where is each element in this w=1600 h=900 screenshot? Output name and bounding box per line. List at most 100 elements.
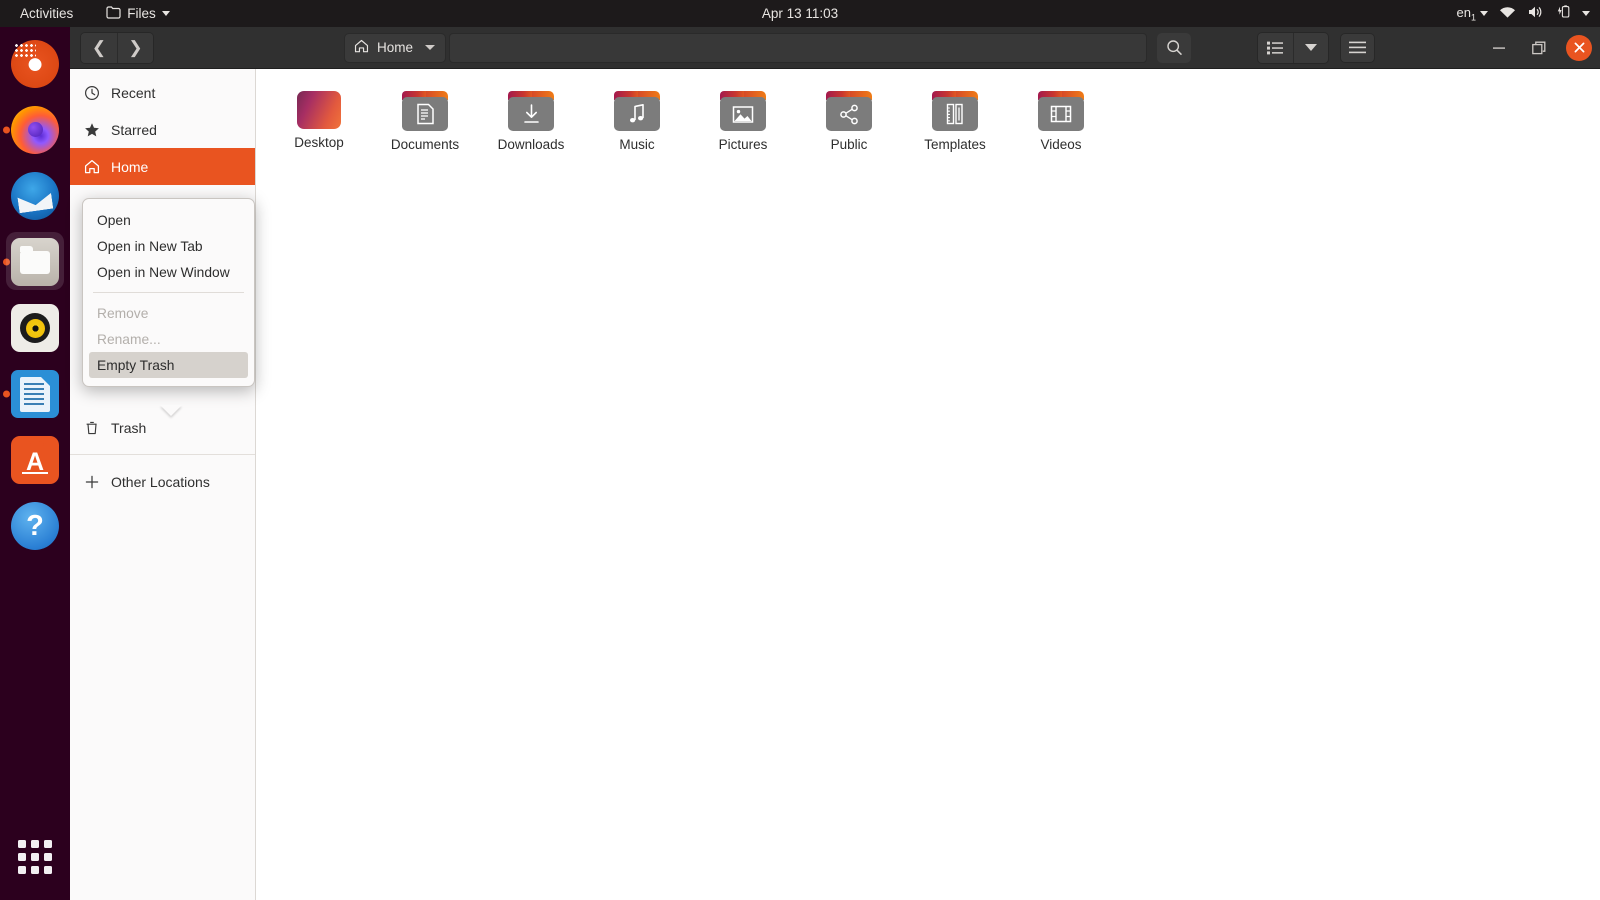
videos-folder-icon xyxy=(1038,91,1084,131)
file-label: Music xyxy=(619,137,655,152)
path-bar-home[interactable]: Home xyxy=(344,32,447,63)
clock[interactable]: Apr 13 11:03 xyxy=(0,6,1600,21)
file-label: Desktop xyxy=(294,135,344,150)
chevron-down-icon xyxy=(1305,44,1318,51)
sidebar-item-label: Starred xyxy=(111,121,157,138)
dock-item-files[interactable] xyxy=(0,229,70,295)
templates-folder-icon xyxy=(932,91,978,131)
view-mode-buttons xyxy=(1257,31,1330,64)
maximize-button[interactable] xyxy=(1526,35,1552,61)
main-menu-button[interactable] xyxy=(1340,32,1376,63)
path-bar-label: Home xyxy=(377,40,414,55)
search-button[interactable] xyxy=(1157,32,1192,63)
gnome-top-bar: Activities Files Apr 13 11:03 en1 xyxy=(0,0,1600,27)
ubuntu-software-icon: A xyxy=(11,436,59,484)
sidebar-item-other-locations[interactable]: Other Locations xyxy=(70,463,255,500)
sidebar-item-label: Home xyxy=(111,158,149,175)
file-label: Videos xyxy=(1040,137,1082,152)
context-menu-item-rename: Rename... xyxy=(97,331,161,347)
activities-button[interactable]: Activities xyxy=(12,4,81,23)
rhythmbox-icon xyxy=(11,304,59,352)
plus-icon xyxy=(83,473,100,490)
file-item-videos[interactable]: Videos xyxy=(1008,87,1114,152)
chevron-down-icon[interactable] xyxy=(1582,11,1590,16)
pictures-folder-icon xyxy=(720,91,766,131)
view-options-button[interactable] xyxy=(1293,32,1329,63)
sidebar: Recent Starred Home Trash Other Location… xyxy=(70,69,256,900)
file-view[interactable]: Desktop Documents Downloads Music Pictur… xyxy=(256,69,1600,900)
dock-item-ubuntu[interactable]: ● xyxy=(0,31,70,97)
minimize-button[interactable] xyxy=(1486,35,1512,61)
document-folder-icon xyxy=(402,91,448,131)
file-label: Pictures xyxy=(718,137,768,152)
dock-item-rhythmbox[interactable] xyxy=(0,295,70,361)
share-folder-icon xyxy=(826,91,872,131)
running-indicator xyxy=(3,258,10,266)
keyboard-layout-indicator[interactable]: en1 xyxy=(1457,5,1488,23)
file-item-music[interactable]: Music xyxy=(584,87,690,152)
list-view-button[interactable] xyxy=(1258,32,1294,63)
app-menu-button[interactable]: Files xyxy=(106,5,170,22)
minimize-icon xyxy=(1493,46,1505,49)
help-icon: ? xyxy=(11,502,59,550)
sidebar-item-recent[interactable]: Recent xyxy=(70,74,255,111)
clock-icon xyxy=(83,84,100,101)
window-controls xyxy=(1486,34,1592,61)
dock-item-thunderbird[interactable] xyxy=(0,163,70,229)
dock-item-libreoffice-writer[interactable] xyxy=(0,361,70,427)
restore-icon xyxy=(1532,41,1546,54)
close-button[interactable] xyxy=(1566,34,1592,61)
chevron-down-icon xyxy=(161,11,170,16)
file-label: Documents xyxy=(390,137,460,152)
system-tray[interactable]: en1 xyxy=(1457,5,1590,23)
home-icon xyxy=(354,39,369,56)
context-menu-item-open[interactable]: Open xyxy=(83,207,254,233)
file-label: Downloads xyxy=(497,137,565,152)
files-icon xyxy=(11,238,59,286)
context-menu[interactable]: Open Open in New Tab Open in New Window … xyxy=(82,198,255,387)
sidebar-item-label: Recent xyxy=(111,84,156,101)
file-item-documents[interactable]: Documents xyxy=(372,87,478,152)
ubuntu-dock: ● A ? xyxy=(0,27,70,900)
file-item-downloads[interactable]: Downloads xyxy=(478,87,584,152)
context-menu-pointer xyxy=(160,405,182,416)
hamburger-icon xyxy=(1349,41,1367,54)
forward-button[interactable]: ❯ xyxy=(117,32,153,63)
context-menu-item-open-in-new-tab[interactable]: Open in New Tab xyxy=(83,233,254,259)
star-icon xyxy=(83,121,100,138)
file-item-pictures[interactable]: Pictures xyxy=(690,87,796,152)
wifi-icon[interactable] xyxy=(1499,6,1516,22)
volume-icon[interactable] xyxy=(1527,5,1544,22)
sidebar-separator xyxy=(70,454,255,455)
running-indicator xyxy=(3,390,10,398)
context-menu-item-remove: Remove xyxy=(97,305,149,321)
sidebar-item-starred[interactable]: Starred xyxy=(70,111,255,148)
running-indicator xyxy=(3,126,10,134)
context-menu-item-empty-trash[interactable]: Empty Trash xyxy=(89,352,248,378)
app-menu-label: Files xyxy=(127,6,156,21)
context-menu-separator xyxy=(93,292,244,293)
context-menu-item-open-in-new-window[interactable]: Open in New Window xyxy=(83,259,254,285)
back-button[interactable]: ❮ xyxy=(81,32,117,63)
chevron-down-icon xyxy=(1480,11,1488,16)
keyboard-layout-index: 1 xyxy=(1470,12,1476,23)
file-item-templates[interactable]: Templates xyxy=(902,87,1008,152)
grid-icon xyxy=(18,840,52,874)
battery-icon[interactable] xyxy=(1555,5,1571,22)
sidebar-item-home[interactable]: Home xyxy=(70,148,255,185)
dock-item-firefox[interactable] xyxy=(0,97,70,163)
show-applications-button[interactable] xyxy=(0,828,70,886)
file-item-public[interactable]: Public xyxy=(796,87,902,152)
desktop-folder-icon xyxy=(297,91,341,129)
chevron-down-icon[interactable] xyxy=(425,45,436,50)
list-view-icon xyxy=(1267,41,1284,54)
ubuntu-logo-icon: ● xyxy=(11,40,59,88)
search-icon xyxy=(1166,40,1182,55)
dock-item-help[interactable]: ? xyxy=(0,493,70,559)
location-input[interactable] xyxy=(449,32,1148,63)
ubuntu-circle-of-friends: ● xyxy=(25,47,45,80)
close-icon xyxy=(1574,42,1584,53)
file-item-desktop[interactable]: Desktop xyxy=(266,87,372,152)
dock-item-ubuntu-software[interactable]: A xyxy=(0,427,70,493)
header-bar: ❮ ❯ Home xyxy=(70,27,1600,69)
